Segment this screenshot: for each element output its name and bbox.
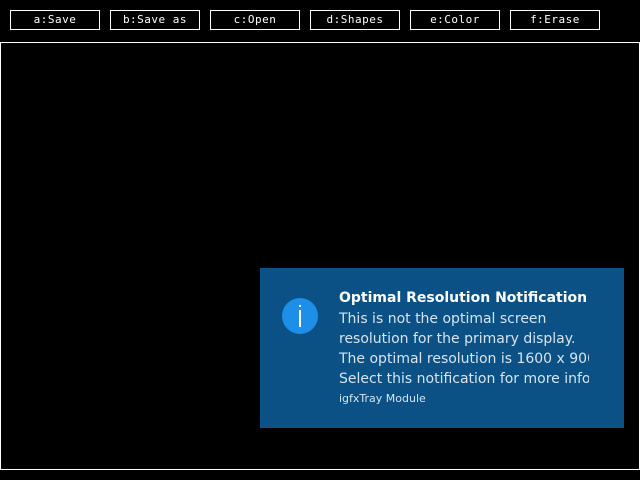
notification-line: This is not the optimal screen <box>339 311 547 327</box>
notification-line: Select this notification for more inform <box>339 371 589 387</box>
shapes-button[interactable]: d:Shapes <box>310 10 400 30</box>
erase-button[interactable]: f:Erase <box>510 10 600 30</box>
resolution-notification[interactable]: Optimal Resolution Notification This is … <box>260 268 624 428</box>
save-as-button[interactable]: b:Save as <box>110 10 200 30</box>
notification-line: The optimal resolution is 1600 x 900. <box>339 351 589 367</box>
save-button[interactable]: a:Save <box>10 10 100 30</box>
open-button[interactable]: c:Open <box>210 10 300 30</box>
toolbar: a:Save b:Save as c:Open d:Shapes e:Color… <box>0 0 640 40</box>
notification-line: resolution for the primary display. <box>339 331 576 347</box>
notification-source: igfxTray Module <box>339 392 426 405</box>
notification-body: This is not the optimal screen resolutio… <box>339 309 589 389</box>
notification-title: Optimal Resolution Notification <box>339 290 588 306</box>
color-button[interactable]: e:Color <box>410 10 500 30</box>
info-icon <box>282 298 318 334</box>
